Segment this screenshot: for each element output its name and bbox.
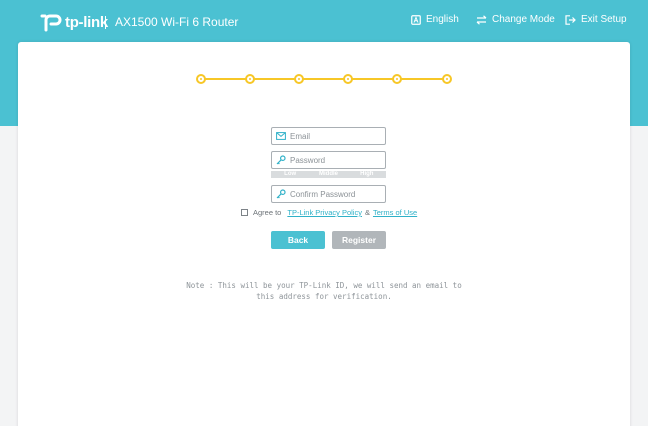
email-field[interactable] — [271, 127, 386, 145]
strength-middle: Middle — [318, 171, 338, 177]
progress-line — [200, 78, 448, 80]
strength-low: Low — [284, 171, 297, 177]
confirm-password-input[interactable] — [290, 189, 378, 199]
email-input[interactable] — [290, 131, 378, 141]
progress-step — [196, 74, 206, 84]
password-strength-meter: Low Middle High — [271, 171, 386, 178]
language-icon — [411, 14, 421, 25]
tp-link-logo-icon — [40, 14, 62, 32]
privacy-policy-link[interactable]: TP-Link Privacy Policy — [287, 208, 362, 217]
exit-icon — [565, 14, 576, 25]
progress-step — [442, 74, 452, 84]
exit-setup-label: Exit Setup — [581, 14, 627, 25]
top-header: tp-link AX1500 Wi-Fi 6 Router English Ch… — [0, 0, 648, 44]
tp-link-id-note: Note : This will be your TP-Link ID, we … — [186, 281, 462, 301]
key-icon — [276, 189, 286, 199]
back-button[interactable]: Back — [271, 231, 325, 249]
ampersand: & — [364, 208, 370, 217]
confirm-password-field[interactable] — [271, 185, 386, 203]
password-input[interactable] — [290, 155, 378, 165]
key-icon — [276, 155, 286, 165]
progress-step — [343, 74, 353, 84]
language-label: English — [426, 14, 459, 25]
agreement-row: Agree to TP-Link Privacy Policy & Terms … — [241, 208, 417, 217]
envelope-icon — [276, 132, 286, 140]
progress-step — [392, 74, 402, 84]
header-divider — [105, 16, 106, 29]
agree-checkbox[interactable] — [241, 209, 248, 216]
language-button[interactable]: English — [411, 14, 459, 25]
progress-step — [294, 74, 304, 84]
progress-step — [245, 74, 255, 84]
logo-text: tp-link — [65, 13, 108, 31]
router-model-title: AX1500 Wi-Fi 6 Router — [115, 15, 239, 29]
register-button[interactable]: Register — [332, 231, 386, 249]
change-mode-button[interactable]: Change Mode — [476, 14, 555, 25]
tp-link-logo: tp-link — [40, 10, 108, 34]
agree-label: Agree to — [253, 208, 282, 217]
change-mode-icon — [476, 14, 487, 25]
terms-of-use-link[interactable]: Terms of Use — [373, 208, 417, 217]
strength-high: High — [360, 171, 374, 177]
password-field[interactable] — [271, 151, 386, 169]
change-mode-label: Change Mode — [492, 14, 555, 25]
exit-setup-button[interactable]: Exit Setup — [565, 14, 627, 25]
setup-progress — [196, 73, 452, 85]
